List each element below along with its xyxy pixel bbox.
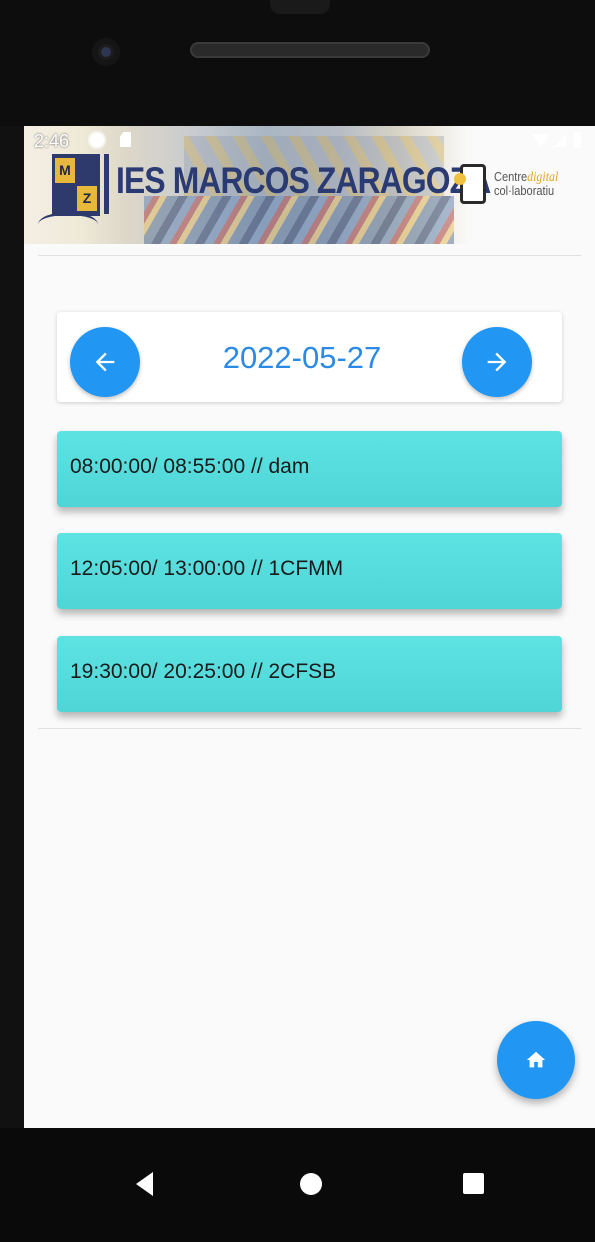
back-icon[interactable] xyxy=(136,1172,153,1196)
front-camera xyxy=(92,38,120,66)
slot-text: 08:00:00/ 08:55:00 // dam xyxy=(70,455,310,478)
school-logo: M Z xyxy=(52,154,100,216)
android-navigation-bar xyxy=(0,1128,595,1242)
home-icon xyxy=(526,1051,546,1068)
next-day-button[interactable] xyxy=(462,327,532,397)
logo-swoosh xyxy=(38,212,98,237)
home-circle-icon[interactable] xyxy=(300,1173,322,1195)
earpiece-speaker xyxy=(190,42,430,58)
logo-quadrant xyxy=(55,186,75,211)
logo-quadrant: M xyxy=(55,158,75,183)
partner-prefix: Centre xyxy=(494,169,528,184)
schedule-slot[interactable]: 08:00:00/ 08:55:00 // dam xyxy=(57,431,562,507)
date-navigator: 2022-05-27 xyxy=(57,312,562,402)
slot-text: 12:05:00/ 13:00:00 // 1CFMM xyxy=(70,557,344,580)
arrow-right-icon xyxy=(487,352,507,372)
previous-day-button[interactable] xyxy=(70,327,140,397)
status-time: 2:46 xyxy=(34,131,70,151)
schedule-slot[interactable]: 19:30:00/ 20:25:00 // 2CFSB xyxy=(57,636,562,712)
partner-suffix: col·laboratiu xyxy=(494,183,555,198)
logo-quadrant: Z xyxy=(77,186,97,211)
sd-card-icon xyxy=(120,132,131,147)
phone-top-bezel xyxy=(0,0,595,126)
notch xyxy=(270,0,330,14)
slot-text: 19:30:00/ 20:25:00 // 2CFSB xyxy=(70,660,337,683)
divider xyxy=(38,728,581,729)
partner-logo-text: Centredigital col·laboratiu xyxy=(494,170,558,197)
logo-quadrant xyxy=(77,158,97,183)
signal-icon xyxy=(554,134,566,147)
recents-icon[interactable] xyxy=(463,1173,484,1194)
logo-divider-bar xyxy=(104,154,109,214)
school-name: IES MARCOS ZARAGOZA xyxy=(116,160,491,201)
current-date: 2022-05-27 xyxy=(222,340,382,375)
tablet-icon xyxy=(454,164,486,204)
app-header-banner: 2:46 M Z IES MARCOS ZARAGOZA Centredigit… xyxy=(24,126,595,244)
schedule-slot[interactable]: 12:05:00/ 13:00:00 // 1CFMM xyxy=(57,533,562,609)
arrow-left-icon xyxy=(95,352,115,372)
battery-icon xyxy=(573,132,581,148)
divider xyxy=(38,255,581,256)
home-fab-button[interactable] xyxy=(497,1021,575,1099)
status-bar: 2:46 xyxy=(24,126,595,156)
banner-mosaic-art xyxy=(144,196,454,244)
settings-icon xyxy=(90,133,104,147)
app-screen: 2:46 M Z IES MARCOS ZARAGOZA Centredigit… xyxy=(24,126,595,1128)
wifi-icon xyxy=(532,134,550,147)
